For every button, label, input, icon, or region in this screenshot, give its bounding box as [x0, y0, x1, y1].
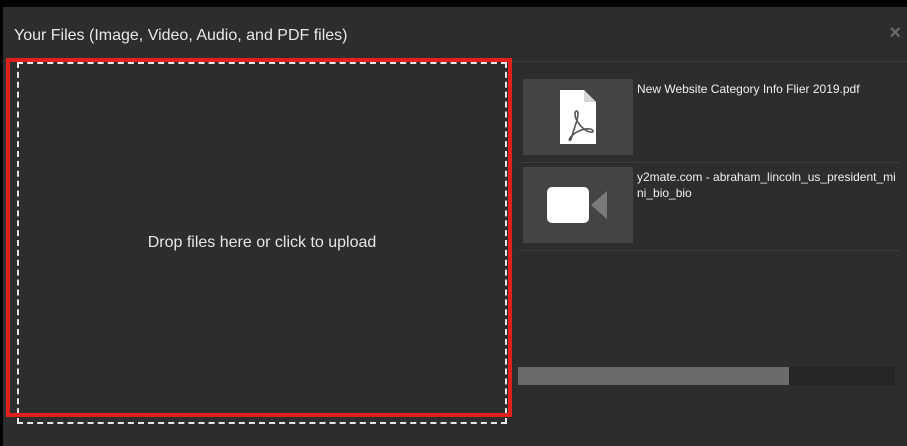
dropzone-label: Drop files here or click to upload [147, 234, 377, 251]
modal-header: Your Files (Image, Video, Audio, and PDF… [3, 7, 907, 62]
modal-title: Your Files (Image, Video, Audio, and PDF… [14, 27, 348, 44]
video-camera-icon [547, 187, 607, 223]
pdf-file-icon [560, 90, 596, 144]
upload-progress-bar [518, 367, 895, 385]
close-button[interactable]: × [889, 23, 901, 43]
file-item-pdf[interactable]: New Website Category Info Flier 2019.pdf [519, 75, 899, 163]
upload-progress-fill [518, 367, 790, 385]
file-item-video[interactable]: y2mate.com - abraham_lincoln_us_presiden… [519, 163, 899, 251]
file-thumbnail [523, 167, 633, 243]
upload-dropzone[interactable]: Drop files here or click to upload [17, 62, 507, 424]
file-name: New Website Category Info Flier 2019.pdf [637, 82, 860, 96]
file-name: y2mate.com - abraham_lincoln_us_presiden… [637, 170, 896, 200]
file-thumbnail [523, 79, 633, 155]
file-list: New Website Category Info Flier 2019.pdf… [519, 75, 899, 251]
